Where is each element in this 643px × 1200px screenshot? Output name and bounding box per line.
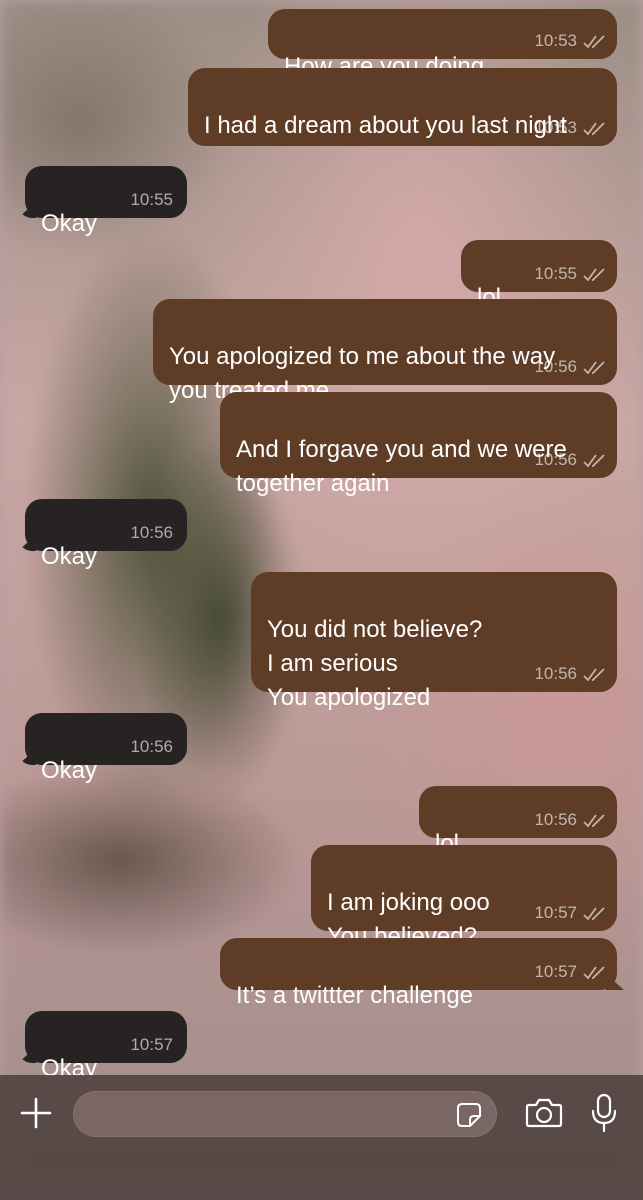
message-bubble-outgoing[interactable]: It’s a twittter challenge 10:57	[220, 938, 617, 1009]
read-receipt-icon	[583, 668, 605, 682]
composer-bar	[0, 1075, 643, 1200]
message-time: 10:56	[130, 737, 173, 756]
plus-icon[interactable]	[20, 1097, 52, 1129]
message-time: 10:56	[534, 810, 577, 829]
message-bubble-outgoing[interactable]: lol 😂 10:56	[419, 786, 617, 890]
message-text: Okay	[41, 757, 98, 784]
message-text: You did not believe? I am serious You ap…	[267, 616, 483, 711]
read-receipt-icon	[583, 454, 605, 468]
message-time: 10:53	[534, 31, 577, 50]
read-receipt-icon	[583, 268, 605, 282]
message-time: 10:56	[534, 450, 577, 469]
message-time: 10:56	[534, 357, 577, 376]
message-bubble-outgoing[interactable]: You apologized to me about the way you t…	[153, 299, 617, 404]
read-receipt-icon	[583, 907, 605, 921]
message-bubble-outgoing[interactable]: How are you doing 10:53	[268, 9, 617, 80]
message-time: 10:57	[130, 1035, 173, 1054]
message-time: 10:53	[534, 118, 577, 137]
message-text: Okay	[41, 543, 98, 570]
read-receipt-icon	[583, 122, 605, 136]
message-bubble-incoming[interactable]: Okay 10:56	[25, 499, 187, 570]
message-bubble-incoming[interactable]: Okay 10:55	[25, 166, 187, 237]
message-text: It’s a twittter challenge	[236, 982, 474, 1009]
message-bubble-incoming[interactable]: Okay 10:57	[25, 1011, 187, 1082]
message-time: 10:57	[534, 903, 577, 922]
read-receipt-icon	[583, 361, 605, 375]
message-time: 10:55	[130, 190, 173, 209]
message-bubble-outgoing[interactable]: I had a dream about you last night 10:53	[188, 68, 617, 146]
camera-icon[interactable]	[525, 1097, 563, 1129]
message-bubble-incoming[interactable]: Okay 10:56	[25, 713, 187, 784]
message-bubble-outgoing[interactable]: lol 10:55	[461, 240, 617, 311]
sticker-icon[interactable]	[456, 1102, 482, 1128]
message-time: 10:57	[534, 962, 577, 981]
message-text: Okay	[41, 210, 98, 237]
message-time: 10:55	[534, 264, 577, 283]
message-bubble-outgoing[interactable]: I am joking ooo You believed? 10:57	[311, 845, 617, 950]
message-time: 10:56	[130, 523, 173, 542]
message-text: And I forgave you and we were together a…	[236, 436, 567, 497]
message-text: I had a dream about you last night	[204, 112, 567, 139]
message-bubble-outgoing[interactable]: And I forgave you and we were together a…	[220, 392, 617, 497]
read-receipt-icon	[583, 814, 605, 828]
read-receipt-icon	[583, 966, 605, 980]
message-time: 10:56	[534, 664, 577, 683]
message-input[interactable]	[73, 1091, 497, 1137]
microphone-icon[interactable]	[590, 1093, 618, 1133]
message-bubble-outgoing[interactable]: You did not believe? I am serious You ap…	[251, 572, 617, 711]
message-list[interactable]: How are you doing 10:53 I had a dream ab…	[0, 0, 643, 1200]
read-receipt-icon	[583, 35, 605, 49]
